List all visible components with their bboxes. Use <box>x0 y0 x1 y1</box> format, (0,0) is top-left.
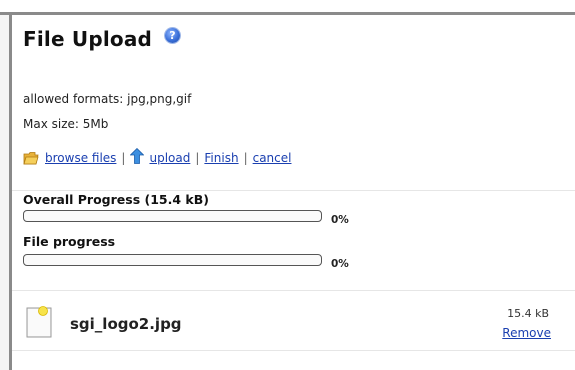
window-left-margin <box>0 15 9 370</box>
file-list-item: sgi_logo2.jpg 15.4 kB Remove <box>12 291 575 349</box>
window-top-border <box>0 12 575 15</box>
dialog-title: File Upload <box>23 27 153 51</box>
overall-progress-bar <box>23 210 322 222</box>
upload-arrow-icon[interactable] <box>130 148 145 164</box>
page: File Upload ? allowed formats: jpg,png,g… <box>0 0 575 370</box>
browse-files-link[interactable]: browse files <box>45 151 116 165</box>
cancel-link[interactable]: cancel <box>253 151 292 165</box>
divider <box>12 350 575 351</box>
action-bar: browse files | upload | Finish | cancel <box>23 148 292 166</box>
remove-file-link[interactable]: Remove <box>502 326 551 340</box>
separator: | <box>121 151 126 165</box>
finish-link[interactable]: Finish <box>204 151 238 165</box>
file-progress-percent: 0% <box>331 258 349 270</box>
file-progress-label: File progress <box>23 234 116 249</box>
help-question-icon[interactable]: ? <box>165 28 180 43</box>
max-size-text: Max size: 5Mb <box>23 117 109 131</box>
image-file-icon <box>26 306 52 338</box>
file-progress-bar <box>23 254 322 266</box>
file-size: 15.4 kB <box>507 307 549 320</box>
file-name: sgi_logo2.jpg <box>70 315 182 333</box>
overall-progress-label: Overall Progress (15.4 kB) <box>23 192 209 207</box>
separator: | <box>195 151 200 165</box>
separator: | <box>243 151 248 165</box>
divider <box>12 190 575 191</box>
folder-icon[interactable] <box>23 151 39 165</box>
upload-link[interactable]: upload <box>149 151 190 165</box>
overall-progress-percent: 0% <box>331 214 349 226</box>
allowed-formats-text: allowed formats: jpg,png,gif <box>23 92 192 106</box>
